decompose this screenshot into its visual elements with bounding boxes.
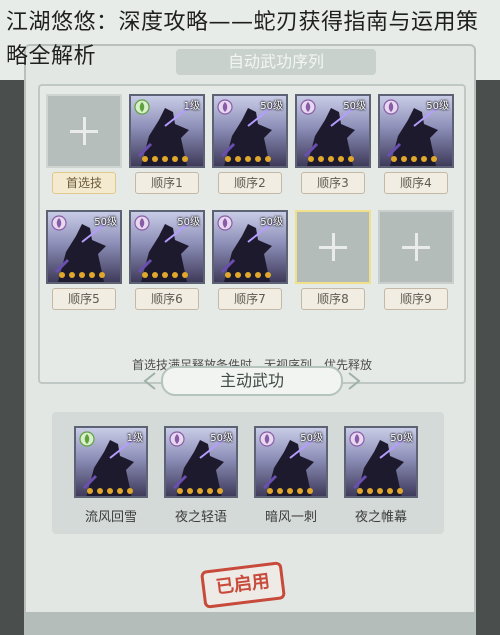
skill-level-badge: 50级 — [177, 217, 200, 228]
purple-rose-icon — [217, 99, 233, 115]
skill-level-badge: 1级 — [126, 433, 143, 444]
skill-level-badge: 50级 — [343, 101, 366, 112]
first-choice-slot[interactable]: 首选技 — [46, 94, 122, 194]
order-slot-7[interactable]: 50级顺序7 — [212, 210, 288, 310]
skill-icon[interactable]: 1级 — [129, 94, 205, 168]
green-leaf-icon — [134, 99, 150, 115]
banner-right-ornament-icon — [348, 372, 361, 390]
active-skill-name: 夜之轻语 — [174, 510, 227, 525]
skill-icon[interactable]: 50级 — [295, 94, 371, 168]
empty-slot[interactable] — [46, 94, 122, 168]
skill-icon[interactable]: 1级 — [74, 426, 148, 498]
skill-level-badge: 50级 — [260, 217, 283, 228]
order-slot-label: 顺序5 — [52, 288, 116, 310]
banner-left-ornament-icon — [143, 372, 156, 390]
active-skill-name: 夜之帷幕 — [354, 510, 407, 525]
skill-level-badge: 50级 — [390, 433, 413, 444]
order-slot-5[interactable]: 50级顺序5 — [46, 210, 122, 310]
empty-slot[interactable] — [378, 210, 454, 284]
skill-icon[interactable]: 50级 — [344, 426, 418, 498]
skill-sequence-panel: 自动武功序列 首选技 1级 顺序1 50级 顺序2 50级 顺序3 50级 顺序4 50级 顺序5… — [24, 44, 476, 635]
skill-level-badge: 50级 — [210, 433, 233, 444]
skill-icon[interactable]: 50级 — [129, 210, 205, 284]
order-slot-label: 顺序4 — [384, 172, 448, 194]
first-choice-label: 首选技 — [52, 172, 116, 194]
purple-rose-icon — [134, 215, 150, 231]
article-title: 江湖悠悠：深度攻略——蛇刃获得指南与运用策略全解析 — [6, 10, 479, 69]
skill-level-badge: 1级 — [183, 101, 200, 112]
order-slot-label: 顺序6 — [135, 288, 199, 310]
active-skills-box: 1级 流风回雪 50级 夜之轻语 50级 暗风一刺 50级 夜之帷幕 — [52, 412, 444, 534]
order-slot-8[interactable]: 顺序8 — [295, 210, 371, 310]
order-slot-label: 顺序3 — [301, 172, 365, 194]
active-skill-name: 暗风一刺 — [264, 510, 317, 525]
plus-icon-stroke — [332, 233, 335, 261]
skill-level-badge: 50级 — [426, 101, 449, 112]
order-slot-6[interactable]: 50级顺序6 — [129, 210, 205, 310]
purple-rose-icon — [349, 431, 365, 447]
order-slot-label: 顺序9 — [384, 288, 448, 310]
order-slot-label: 顺序8 — [301, 288, 365, 310]
active-skill-2[interactable]: 50级夜之轻语 — [164, 426, 238, 525]
active-skill-3[interactable]: 50级暗风一刺 — [254, 426, 328, 525]
skill-icon[interactable]: 50级 — [164, 426, 238, 498]
section-title: 主动武功 — [161, 366, 343, 396]
skill-icon[interactable]: 50级 — [378, 94, 454, 168]
purple-rose-icon — [169, 431, 185, 447]
order-slot-label: 顺序2 — [218, 172, 282, 194]
skill-icon[interactable]: 50级 — [46, 210, 122, 284]
active-skill-1[interactable]: 1级流风回雪 — [74, 426, 148, 525]
plus-icon-stroke — [415, 233, 418, 261]
order-slot-label: 顺序7 — [218, 288, 282, 310]
order-slot-label: 顺序1 — [135, 172, 199, 194]
purple-rose-icon — [259, 431, 275, 447]
purple-rose-icon — [300, 99, 316, 115]
skill-level-badge: 50级 — [94, 217, 117, 228]
skill-icon[interactable]: 50级 — [212, 210, 288, 284]
order-slot-2[interactable]: 50级顺序2 — [212, 94, 288, 194]
panel-bottom-strip — [24, 612, 476, 635]
skill-icon[interactable]: 50级 — [254, 426, 328, 498]
purple-rose-icon — [217, 215, 233, 231]
plus-icon-stroke — [83, 117, 86, 145]
order-slot-9[interactable]: 顺序9 — [378, 210, 454, 310]
green-leaf-icon — [79, 431, 95, 447]
order-slot-4[interactable]: 50级顺序4 — [378, 94, 454, 194]
skill-level-badge: 50级 — [300, 433, 323, 444]
order-slot-3[interactable]: 50级顺序3 — [295, 94, 371, 194]
empty-slot-selected[interactable] — [295, 210, 371, 284]
active-skill-name: 流风回雪 — [84, 510, 137, 525]
purple-rose-icon — [383, 99, 399, 115]
skill-level-badge: 50级 — [260, 101, 283, 112]
skill-icon[interactable]: 50级 — [212, 94, 288, 168]
order-sequence-box: 首选技 1级 顺序1 50级 顺序2 50级 顺序3 50级 顺序4 50级 顺序5 50级 顺序6 5… — [38, 84, 466, 384]
purple-rose-icon — [51, 215, 67, 231]
active-skill-4[interactable]: 50级夜之帷幕 — [344, 426, 418, 525]
order-slot-1[interactable]: 1级顺序1 — [129, 94, 205, 194]
enabled-stamp[interactable]: 已启用 — [199, 561, 287, 609]
